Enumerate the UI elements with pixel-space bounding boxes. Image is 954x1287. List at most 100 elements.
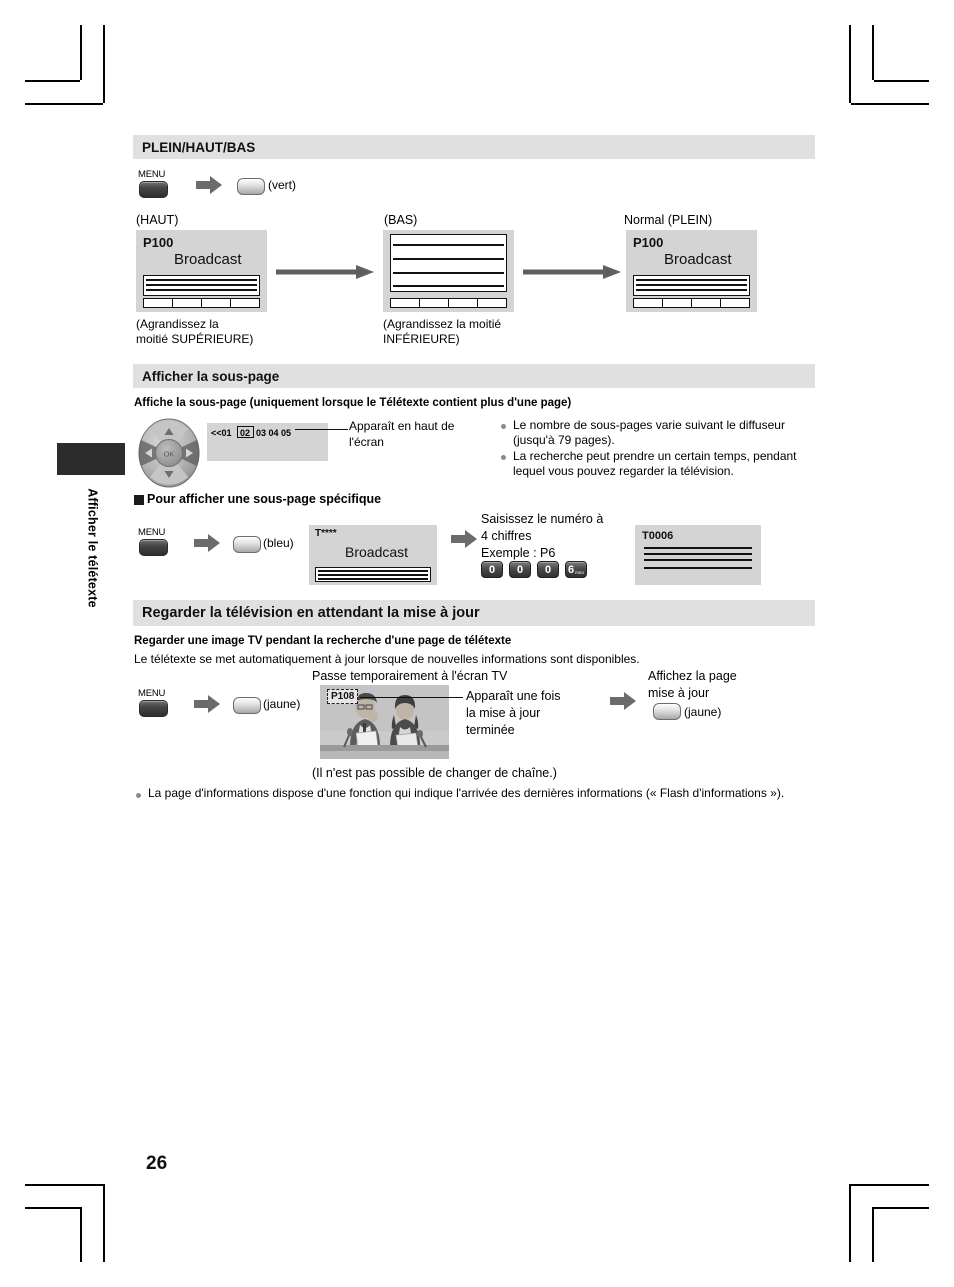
tv-screen-plein: P100 Broadcast bbox=[626, 230, 757, 312]
number-key-6[interactable]: 6 mno bbox=[565, 561, 587, 578]
number-key-0-c[interactable]: 0 bbox=[537, 561, 559, 578]
tv-page-number-haut: P100 bbox=[143, 235, 174, 250]
subpage-callout-line2: l'écran bbox=[349, 435, 384, 449]
menu-button-2[interactable] bbox=[139, 539, 168, 556]
transition-arrow-2 bbox=[523, 265, 621, 284]
tv-note-haut-line1: (Agrandissez la bbox=[136, 317, 219, 331]
tv-freelines-after bbox=[644, 547, 752, 575]
entry-line-3: Exemple : P6 bbox=[481, 546, 556, 560]
number-key-label: 6 bbox=[568, 563, 575, 576]
tv-color-cell bbox=[144, 299, 173, 307]
tv-broadcast-text-plein: Broadcast bbox=[664, 251, 732, 268]
number-key-sublabel: mno bbox=[575, 570, 584, 575]
screen-caption-haut: (HAUT) bbox=[136, 213, 179, 227]
subpage-callout-line1: Apparaît en haut de bbox=[349, 419, 455, 433]
crop-mark-br-v bbox=[872, 1207, 874, 1262]
yellow-color-button-label-2: (jaune) bbox=[684, 705, 722, 719]
dpad-control[interactable]: OK bbox=[138, 418, 200, 488]
tv-page-number-before: T**** bbox=[315, 528, 337, 539]
section-title-plein-haut-bas: PLEIN/HAUT/BAS bbox=[142, 139, 256, 155]
green-color-button-1[interactable] bbox=[237, 178, 265, 195]
subpage-prefix: <<01 bbox=[211, 428, 232, 438]
tv-note-bas: (Agrandissez la moitié INFÉRIEURE) bbox=[383, 317, 553, 347]
entry-line-1: Saisissez le numéro à bbox=[481, 512, 604, 526]
tv-lines-box-bas bbox=[390, 234, 507, 292]
menu-button-label-2: MENU bbox=[138, 527, 166, 538]
subpage-selected: 02 bbox=[240, 428, 251, 438]
crop-mark-tr-h2 bbox=[851, 103, 929, 105]
flow-arrow-2 bbox=[194, 534, 220, 552]
screen-caption-bas: (BAS) bbox=[384, 213, 418, 227]
blue-color-button[interactable] bbox=[233, 536, 261, 553]
page-number: 26 bbox=[146, 1153, 168, 1174]
flow-arrow-4 bbox=[194, 695, 220, 713]
note-text-1: Le nombre de sous-pages varie suivant le… bbox=[513, 418, 785, 447]
tv-color-cell bbox=[420, 299, 449, 307]
tv-color-cell bbox=[663, 299, 692, 307]
crop-mark-bl-h2 bbox=[25, 1184, 103, 1186]
yellow-color-button-1[interactable] bbox=[233, 697, 261, 714]
number-key-0-b[interactable]: 0 bbox=[509, 561, 531, 578]
menu-button-label-1: MENU bbox=[138, 169, 166, 180]
menu-button-1[interactable] bbox=[139, 181, 168, 198]
crop-mark-bl-v2 bbox=[103, 1184, 105, 1262]
section-header-afficher-sous-page: Afficher la sous-page bbox=[133, 364, 815, 388]
final-step-instruction: Affichez la page mise à jour bbox=[648, 668, 798, 702]
tv-color-cell bbox=[478, 299, 506, 307]
section-title-afficher-sous-page: Afficher la sous-page bbox=[142, 368, 280, 384]
crop-mark-tr-h bbox=[874, 80, 929, 82]
crop-mark-tr-v2 bbox=[849, 25, 851, 103]
crop-mark-br-h bbox=[874, 1207, 929, 1209]
photo-heading: Passe temporairement à l'écran TV bbox=[312, 669, 508, 683]
yellow-color-button-2[interactable] bbox=[653, 703, 681, 720]
number-key-0-a[interactable]: 0 bbox=[481, 561, 503, 578]
tv-color-cell bbox=[231, 299, 259, 307]
note-bullet-icon bbox=[501, 424, 506, 429]
crop-mark-tl-v bbox=[80, 25, 82, 80]
section-subtitle-regarder: Regarder une image TV pendant la recherc… bbox=[134, 635, 512, 647]
blue-color-button-label: (bleu) bbox=[263, 536, 294, 550]
final-step-line1: Affichez la page bbox=[648, 669, 737, 683]
green-color-button-label: (vert) bbox=[268, 178, 296, 192]
final-step-line2: mise à jour bbox=[648, 686, 710, 700]
svg-text:OK: OK bbox=[164, 450, 175, 459]
crop-mark-tl-h2 bbox=[25, 103, 103, 105]
square-bullet-icon bbox=[134, 495, 144, 505]
tv-color-cell bbox=[692, 299, 721, 307]
tv-color-cell bbox=[202, 299, 231, 307]
photo-callout: Apparaît une fois la mise à jour terminé… bbox=[466, 688, 616, 739]
tv-color-cell bbox=[391, 299, 420, 307]
tv-color-cell bbox=[449, 299, 478, 307]
crop-mark-tl-h bbox=[25, 80, 80, 82]
transition-arrow-1 bbox=[276, 265, 374, 284]
footer-note: La page d'informations dispose d'une fon… bbox=[148, 786, 785, 800]
tv-broadcast-text-before: Broadcast bbox=[345, 544, 409, 560]
entry-line-2: 4 chiffres bbox=[481, 529, 532, 543]
tv-color-bar-haut bbox=[143, 298, 260, 308]
subpage-leader-line bbox=[295, 429, 348, 431]
tv-page-number-plein: P100 bbox=[633, 235, 664, 250]
flow-arrow-5 bbox=[610, 692, 636, 710]
tv-note-haut-line2: moitié SUPÉRIEURE) bbox=[136, 332, 254, 346]
number-key-label: 0 bbox=[544, 563, 552, 576]
crop-mark-bl-h bbox=[25, 1207, 80, 1209]
tv-note-haut: (Agrandissez la moitié SUPÉRIEURE) bbox=[136, 317, 286, 347]
tv-screen-haut: P100 Broadcast bbox=[136, 230, 267, 312]
tv-color-bar-plein bbox=[633, 298, 750, 308]
crop-mark-br-h2 bbox=[851, 1184, 929, 1186]
note-text-2: La recherche peut prendre un certain tem… bbox=[513, 449, 797, 478]
tv-lines-box-plein bbox=[633, 275, 750, 296]
number-key-label: 0 bbox=[488, 563, 496, 576]
crop-mark-tr-v bbox=[872, 25, 874, 80]
crop-mark-tl-v2 bbox=[103, 25, 105, 103]
subheading-sous-page-specifique: Pour afficher une sous-page spécifique bbox=[147, 492, 382, 506]
section-header-regarder-television: Regarder la télévision en attendant la m… bbox=[133, 600, 815, 626]
tv-broadcast-text-haut: Broadcast bbox=[174, 251, 242, 268]
photo-caption: (Il n'est pas possible de changer de cha… bbox=[312, 766, 557, 780]
tv-screen-bas bbox=[383, 230, 514, 312]
footer-bullet-icon bbox=[136, 793, 141, 798]
menu-button-3[interactable] bbox=[139, 700, 168, 717]
tv-screen-before-entry: T**** Broadcast bbox=[309, 525, 437, 585]
tv-note-bas-line1: (Agrandissez la moitié bbox=[383, 317, 502, 331]
tv-note-bas-line2: INFÉRIEURE) bbox=[383, 332, 460, 346]
